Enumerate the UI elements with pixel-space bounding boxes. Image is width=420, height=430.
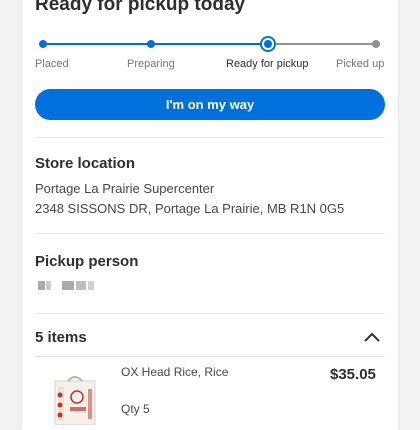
on-my-way-button[interactable]: I'm on my way <box>35 89 385 120</box>
product-price: $35.05 <box>330 366 376 383</box>
step-label-ready: Ready for pickup <box>226 58 309 70</box>
step-dot-picked-up <box>372 40 380 48</box>
store-name: Portage La Prairie Supercenter <box>35 181 215 196</box>
step-dot-placed <box>39 40 47 48</box>
pickup-progress-tracker: Placed Preparing Ready for pickup Picked… <box>0 0 420 80</box>
chevron-up-icon[interactable] <box>363 331 381 343</box>
step-dot-ready-inner <box>264 40 272 48</box>
step-label-picked-up: Picked up <box>336 58 385 70</box>
store-location-heading: Store location <box>35 155 136 172</box>
product-name[interactable]: OX Head Rice, Rice <box>121 365 228 379</box>
store-address: 2348 SISSONS DR, Portage La Prairie, MB … <box>35 201 345 216</box>
step-label-preparing: Preparing <box>127 58 175 70</box>
divider <box>35 233 385 234</box>
product-quantity: Qty 5 <box>121 402 150 416</box>
product-image[interactable] <box>50 375 100 425</box>
divider <box>35 356 385 357</box>
pickup-person-name-redacted <box>36 279 106 293</box>
step-label-placed: Placed <box>35 58 69 70</box>
items-count: 5 items <box>35 329 87 346</box>
divider <box>35 137 385 138</box>
pickup-person-heading: Pickup person <box>35 253 139 270</box>
step-dot-preparing <box>147 40 155 48</box>
